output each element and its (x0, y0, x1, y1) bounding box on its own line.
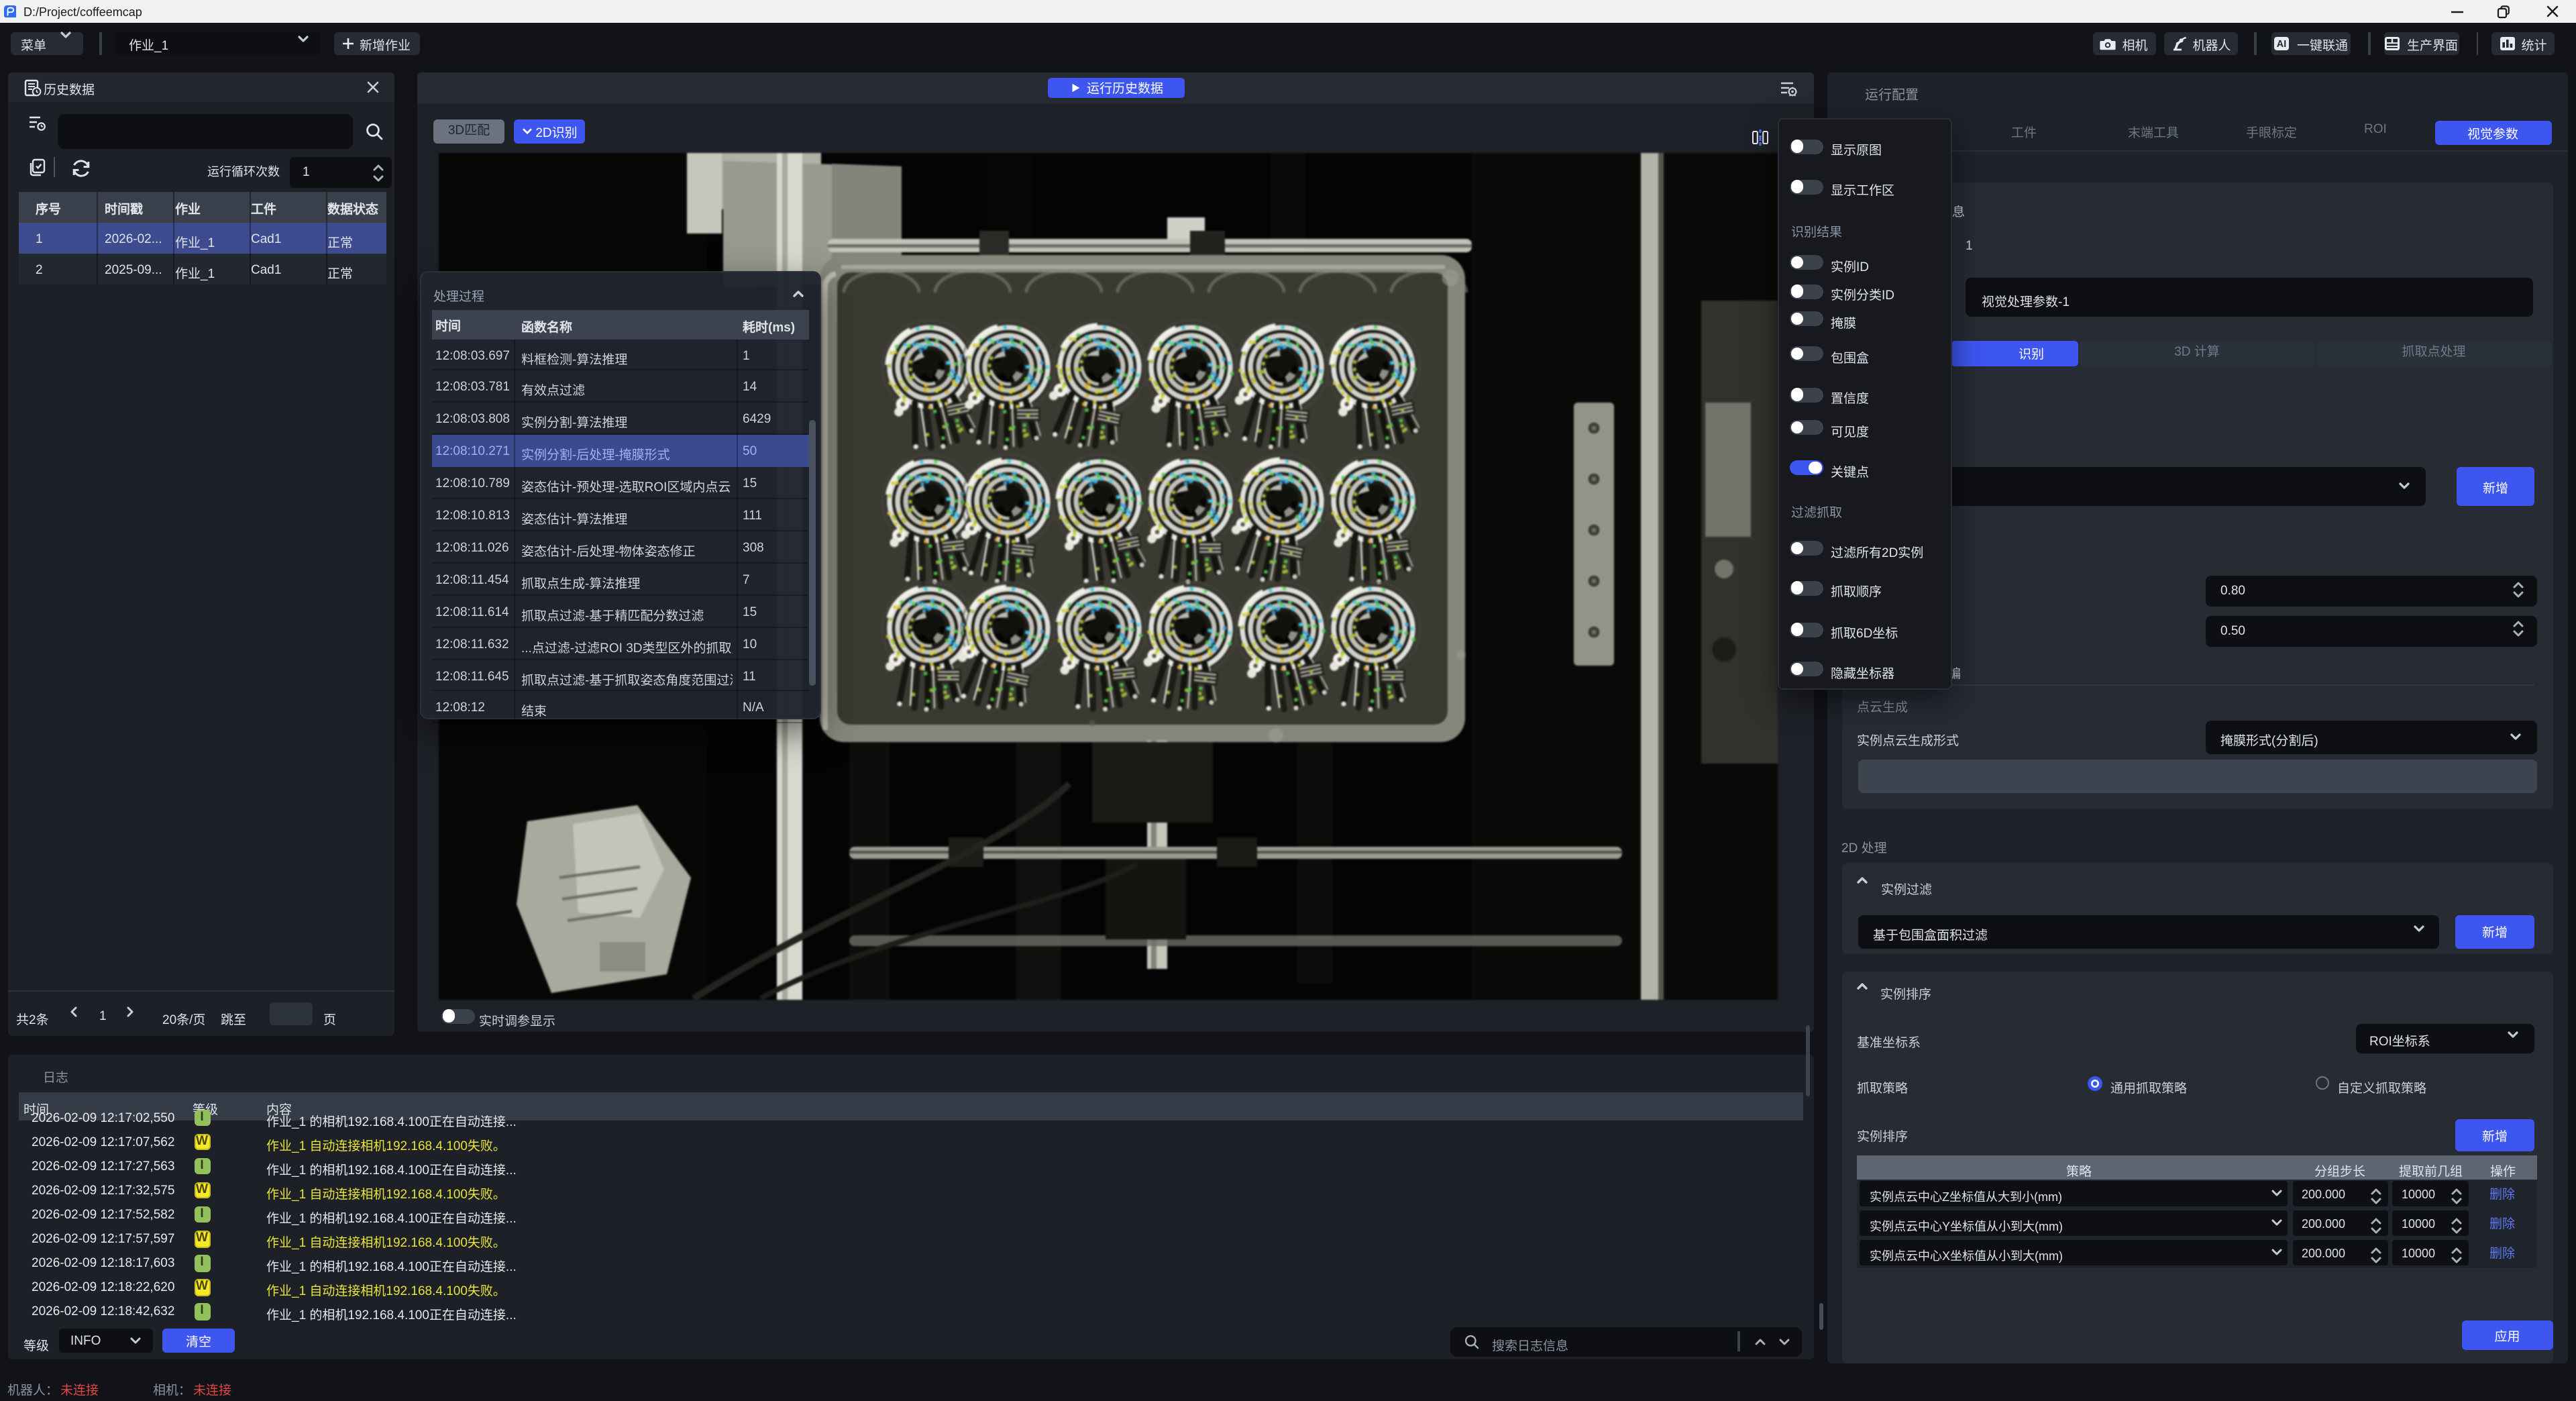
svg-text:AI: AI (2277, 39, 2287, 50)
